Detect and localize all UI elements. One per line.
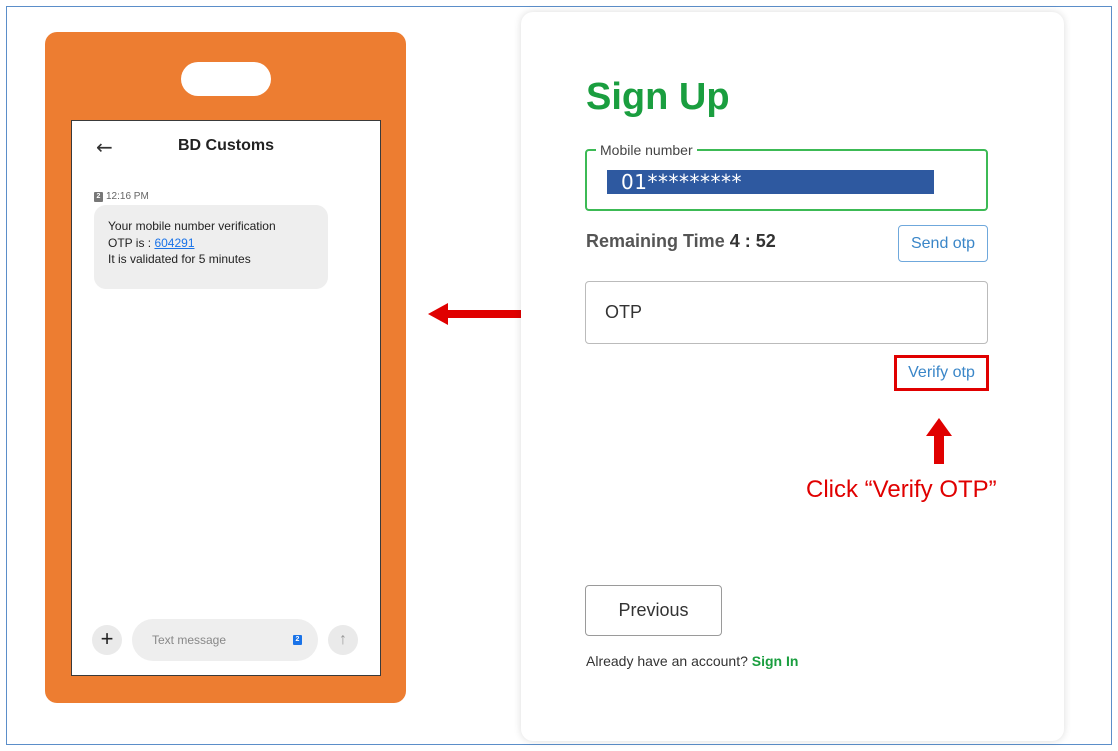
text-message-placeholder: Text message [152,633,227,647]
send-button[interactable]: ↑ [328,625,358,655]
message-time: 12:16 PM [106,191,149,202]
otp-code-link[interactable]: 604291 [154,236,194,250]
add-attachment-button[interactable]: + [92,625,122,655]
conversation-title: BD Customs [177,137,274,154]
text-message-input[interactable]: Text message 2 [132,619,318,661]
sim-icon: 2 [94,191,103,202]
message-line-1: Your mobile number verification [108,219,276,233]
message-line-2: OTP is : 604291 [108,235,314,252]
send-otp-button[interactable]: Send otp [898,225,988,262]
page-title: Sign Up [586,76,730,118]
arrow-up-icon [926,418,952,464]
remaining-time-label: Remaining Time [586,231,725,251]
mobile-number-value: 01********* [607,170,934,194]
mobile-number-label: Mobile number [596,142,697,158]
phone-screen: ← BD Customs 2 12:16 PM Your mobile numb… [71,120,381,676]
sign-in-prompt: Already have an account? Sign In [586,653,798,669]
remaining-time-value: 4 : 52 [729,231,776,251]
remaining-time: Remaining Time 4 : 52 [586,231,776,252]
otp-input[interactable] [585,281,988,344]
account-text: Already have an account? [586,653,748,669]
verify-otp-button[interactable]: Verify otp [894,355,989,391]
otp-prefix: OTP is : [108,235,155,250]
sign-in-link[interactable]: Sign In [752,653,799,669]
message-timestamp: 2 12:16 PM [94,191,149,202]
message-composer: + Text message 2 ↑ [90,619,370,663]
phone-notch [181,62,271,96]
message-line-3: It is validated for 5 minutes [108,252,251,266]
sim-select-icon[interactable]: 2 [293,635,302,645]
otp-placeholder: OTP [605,302,643,322]
annotation-callout: Click “Verify OTP” [806,476,997,503]
previous-button[interactable]: Previous [585,585,722,636]
message-bubble: Your mobile number verification OTP is :… [94,205,328,289]
